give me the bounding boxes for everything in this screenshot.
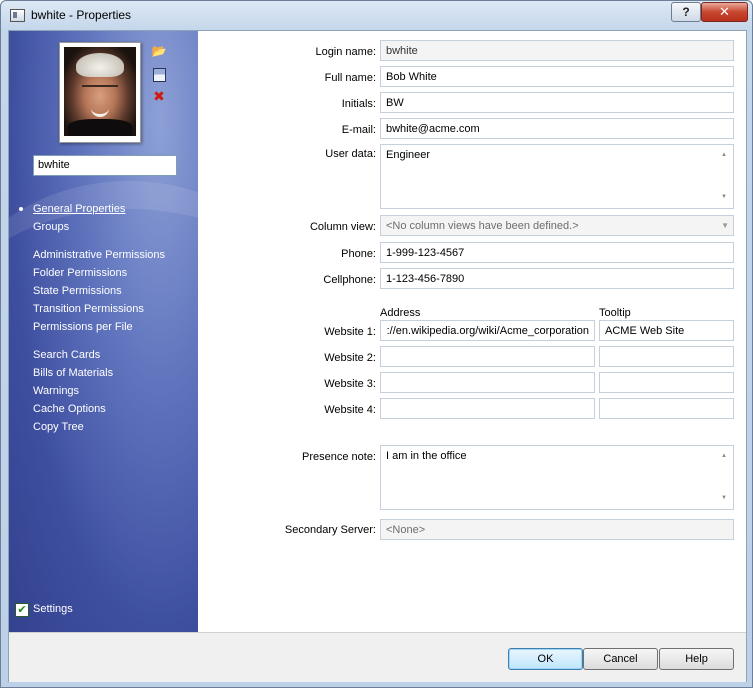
- cellphone-field[interactable]: 1-123-456-7890: [380, 268, 734, 289]
- column-view-value: <No column views have been defined.>: [386, 220, 579, 232]
- email-label: E-mail:: [341, 124, 376, 136]
- window-app-icon: [10, 9, 25, 22]
- sidebar-item-permissions-per-file[interactable]: Permissions per File: [33, 321, 133, 333]
- sidebar-item-bills-of-materials[interactable]: Bills of Materials: [33, 367, 113, 379]
- website-1-label: Website 1:: [324, 326, 376, 338]
- column-view-dropdown[interactable]: <No column views have been defined.> ▼: [380, 215, 734, 236]
- active-item-bullet-icon: [19, 207, 23, 211]
- website-2-tooltip-field[interactable]: [599, 346, 734, 367]
- title-bar[interactable]: bwhite - Properties ? ✕: [1, 1, 752, 30]
- sidebar-item-transition-permissions[interactable]: Transition Permissions: [33, 303, 144, 315]
- title-close-button[interactable]: ✕: [701, 2, 748, 22]
- ok-button[interactable]: OK: [508, 648, 583, 670]
- dialog-footer: OK Cancel Help: [9, 632, 746, 682]
- user-photo-image: [64, 47, 136, 136]
- presence-note-field[interactable]: I am in the office: [380, 445, 734, 510]
- initials-field[interactable]: BW: [380, 92, 734, 113]
- presence-note-label: Presence note:: [302, 451, 376, 463]
- sidebar-item-cache-options[interactable]: Cache Options: [33, 403, 106, 415]
- general-properties-form: Login name: bwhite Full name: Bob White …: [198, 31, 746, 632]
- sidebar-item-state-permissions[interactable]: State Permissions: [33, 285, 122, 297]
- login-name-field: bwhite: [380, 40, 734, 61]
- website-4-address-field[interactable]: [380, 398, 595, 419]
- sidebar-item-copy-tree[interactable]: Copy Tree: [33, 421, 84, 433]
- window-title: bwhite - Properties: [31, 8, 132, 22]
- website-1-tooltip-field[interactable]: ACME Web Site: [599, 320, 734, 341]
- presence-note-scrollbar[interactable]: [718, 447, 732, 508]
- open-folder-icon[interactable]: 📂: [151, 43, 167, 59]
- email-field[interactable]: bwhite@acme.com: [380, 118, 734, 139]
- settings-label[interactable]: Settings: [33, 603, 73, 615]
- delete-icon[interactable]: ✖: [151, 88, 167, 104]
- user-data-scrollbar[interactable]: [718, 146, 732, 207]
- website-1-address-field[interactable]: ://en.wikipedia.org/wiki/Acme_corporatio…: [380, 320, 595, 341]
- website-2-label: Website 2:: [324, 352, 376, 364]
- save-icon[interactable]: [151, 66, 167, 82]
- phone-label: Phone:: [341, 248, 376, 260]
- full-name-label: Full name:: [324, 72, 376, 84]
- secondary-server-label: Secondary Server:: [284, 524, 376, 536]
- website-3-tooltip-field[interactable]: [599, 372, 734, 393]
- initials-label: Initials:: [341, 98, 376, 110]
- website-3-label: Website 3:: [324, 378, 376, 390]
- sidebar-item-administrative-permissions[interactable]: Administrative Permissions: [33, 249, 165, 261]
- user-data-text: Engineer: [386, 149, 431, 161]
- cellphone-label: Cellphone:: [323, 274, 376, 286]
- dialog-client-area: 📂 ✖ bwhite General Properties Groups Adm…: [8, 30, 747, 682]
- sidebar-item-search-cards[interactable]: Search Cards: [33, 349, 100, 361]
- column-view-label: Column view:: [309, 221, 376, 233]
- title-help-button[interactable]: ?: [671, 2, 701, 22]
- website-2-address-field[interactable]: [380, 346, 595, 367]
- sidebar-item-general-properties[interactable]: General Properties: [33, 203, 125, 215]
- sidebar-item-warnings[interactable]: Warnings: [33, 385, 79, 397]
- website-4-label: Website 4:: [324, 404, 376, 416]
- user-data-field[interactable]: Engineer: [380, 144, 734, 209]
- sidebar-item-groups[interactable]: Groups: [33, 221, 69, 233]
- presence-note-text: I am in the office: [386, 450, 467, 462]
- user-data-label: User data:: [325, 148, 376, 160]
- secondary-server-field: <None>: [380, 519, 734, 540]
- website-tooltip-header: Tooltip: [599, 307, 631, 319]
- chevron-down-icon: ▼: [721, 221, 729, 230]
- full-name-field[interactable]: Bob White: [380, 66, 734, 87]
- website-3-address-field[interactable]: [380, 372, 595, 393]
- help-button[interactable]: Help: [659, 648, 734, 670]
- username-field[interactable]: bwhite: [33, 155, 177, 176]
- sidebar-item-folder-permissions[interactable]: Folder Permissions: [33, 267, 127, 279]
- cancel-button[interactable]: Cancel: [583, 648, 658, 670]
- sidebar: 📂 ✖ bwhite General Properties Groups Adm…: [9, 31, 198, 632]
- phone-field[interactable]: 1-999-123-4567: [380, 242, 734, 263]
- user-photo[interactable]: [59, 42, 141, 143]
- website-4-tooltip-field[interactable]: [599, 398, 734, 419]
- properties-window: bwhite - Properties ? ✕ 📂 ✖ bwhite Gener…: [0, 0, 753, 688]
- website-address-header: Address: [380, 307, 421, 319]
- settings-checkbox[interactable]: ✔: [15, 603, 29, 617]
- login-name-label: Login name:: [315, 46, 376, 58]
